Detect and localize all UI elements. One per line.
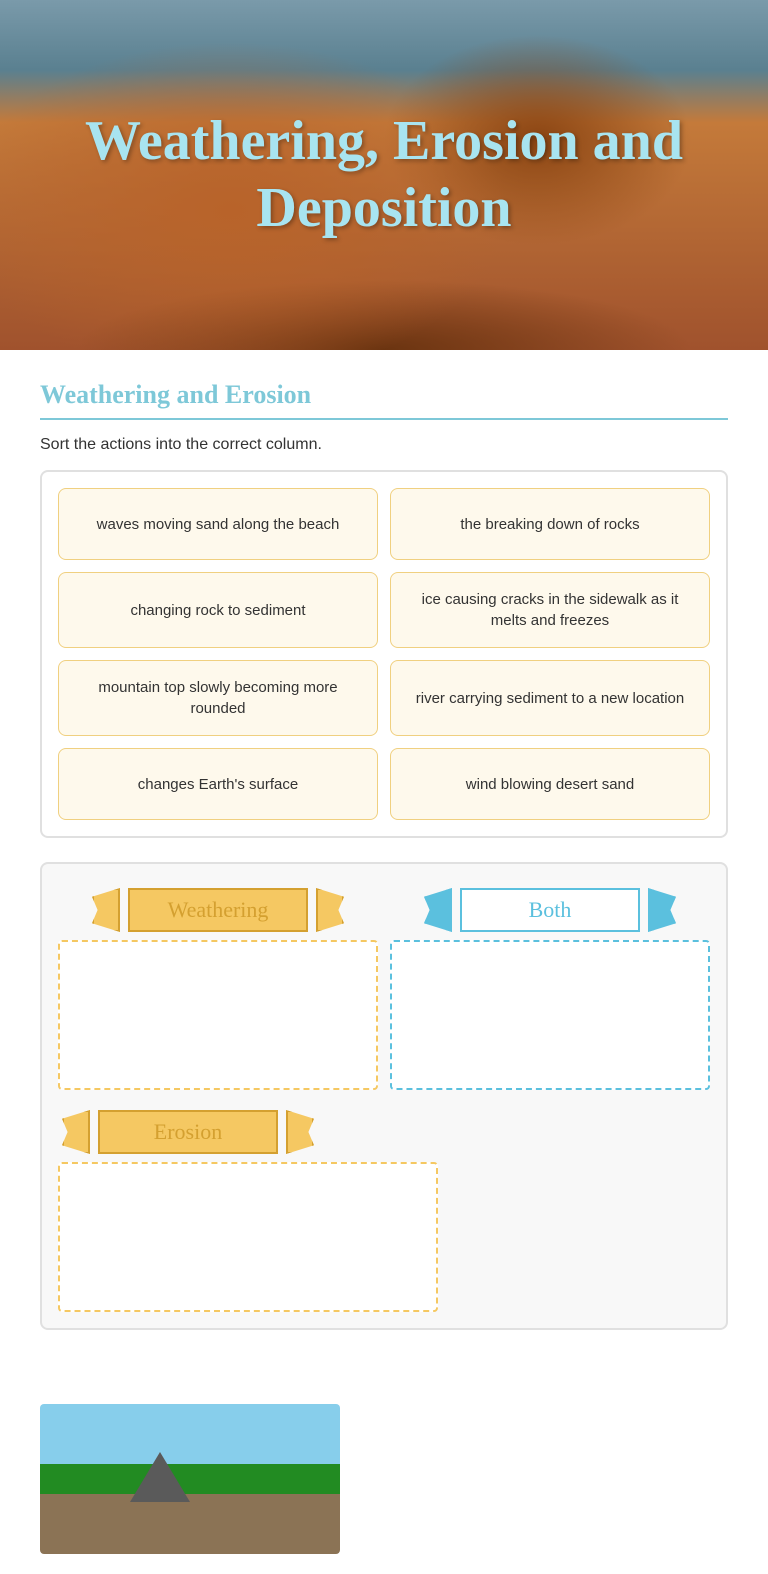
sort-card-2[interactable]: the breaking down of rocks (390, 488, 710, 560)
weathering-ribbon-container: Weathering (58, 880, 378, 940)
weathering-ribbon-main: Weathering (128, 888, 308, 932)
erosion-ribbon-left-tail (62, 1110, 90, 1154)
sort-card-5[interactable]: mountain top slowly becoming more rounde… (58, 660, 378, 736)
sort-card-7[interactable]: changes Earth's surface (58, 748, 378, 820)
erosion-ribbon-container: Erosion (58, 1102, 710, 1162)
erosion-ribbon-right-tail (286, 1110, 314, 1154)
weathering-ribbon-left-tail (92, 888, 120, 932)
section-title: Weathering and Erosion (40, 380, 728, 420)
erosion-ribbon: Erosion (78, 1107, 298, 1157)
both-ribbon-left-tail (424, 888, 452, 932)
erosion-zone-wrapper: Erosion (58, 1102, 710, 1312)
both-ribbon-main: Both (460, 888, 640, 932)
both-zone-wrapper: Both (390, 880, 710, 1090)
weathering-ribbon-right-tail (316, 888, 344, 932)
bottom-image-section (0, 1384, 768, 1574)
sort-card-6[interactable]: river carrying sediment to a new locatio… (390, 660, 710, 736)
weathering-label: Weathering (168, 897, 269, 923)
drop-zones-top-row: Weathering Both (58, 880, 710, 1090)
drop-section: Weathering Both (40, 862, 728, 1330)
sort-card-1[interactable]: waves moving sand along the beach (58, 488, 378, 560)
bottom-image (40, 1404, 340, 1554)
both-label: Both (529, 897, 572, 923)
both-drop-zone[interactable] (390, 940, 710, 1090)
sort-card-4[interactable]: ice causing cracks in the sidewalk as it… (390, 572, 710, 648)
erosion-ribbon-main: Erosion (98, 1110, 278, 1154)
sort-card-3[interactable]: changing rock to sediment (58, 572, 378, 648)
main-content: Weathering and Erosion Sort the actions … (0, 350, 768, 1384)
card-grid: waves moving sand along the beach the br… (40, 470, 728, 838)
sort-instruction: Sort the actions into the correct column… (40, 436, 728, 454)
weathering-drop-zone[interactable] (58, 940, 378, 1090)
sort-card-8[interactable]: wind blowing desert sand (390, 748, 710, 820)
both-ribbon: Both (440, 885, 660, 935)
weathering-ribbon: Weathering (108, 885, 328, 935)
hero-title: Weathering, Erosion and Deposition (0, 88, 768, 262)
erosion-label: Erosion (154, 1119, 222, 1145)
erosion-drop-zone[interactable] (58, 1162, 438, 1312)
both-ribbon-right-tail (648, 888, 676, 932)
both-ribbon-container: Both (390, 880, 710, 940)
hero-section: Weathering, Erosion and Deposition (0, 0, 768, 350)
weathering-zone-wrapper: Weathering (58, 880, 378, 1090)
